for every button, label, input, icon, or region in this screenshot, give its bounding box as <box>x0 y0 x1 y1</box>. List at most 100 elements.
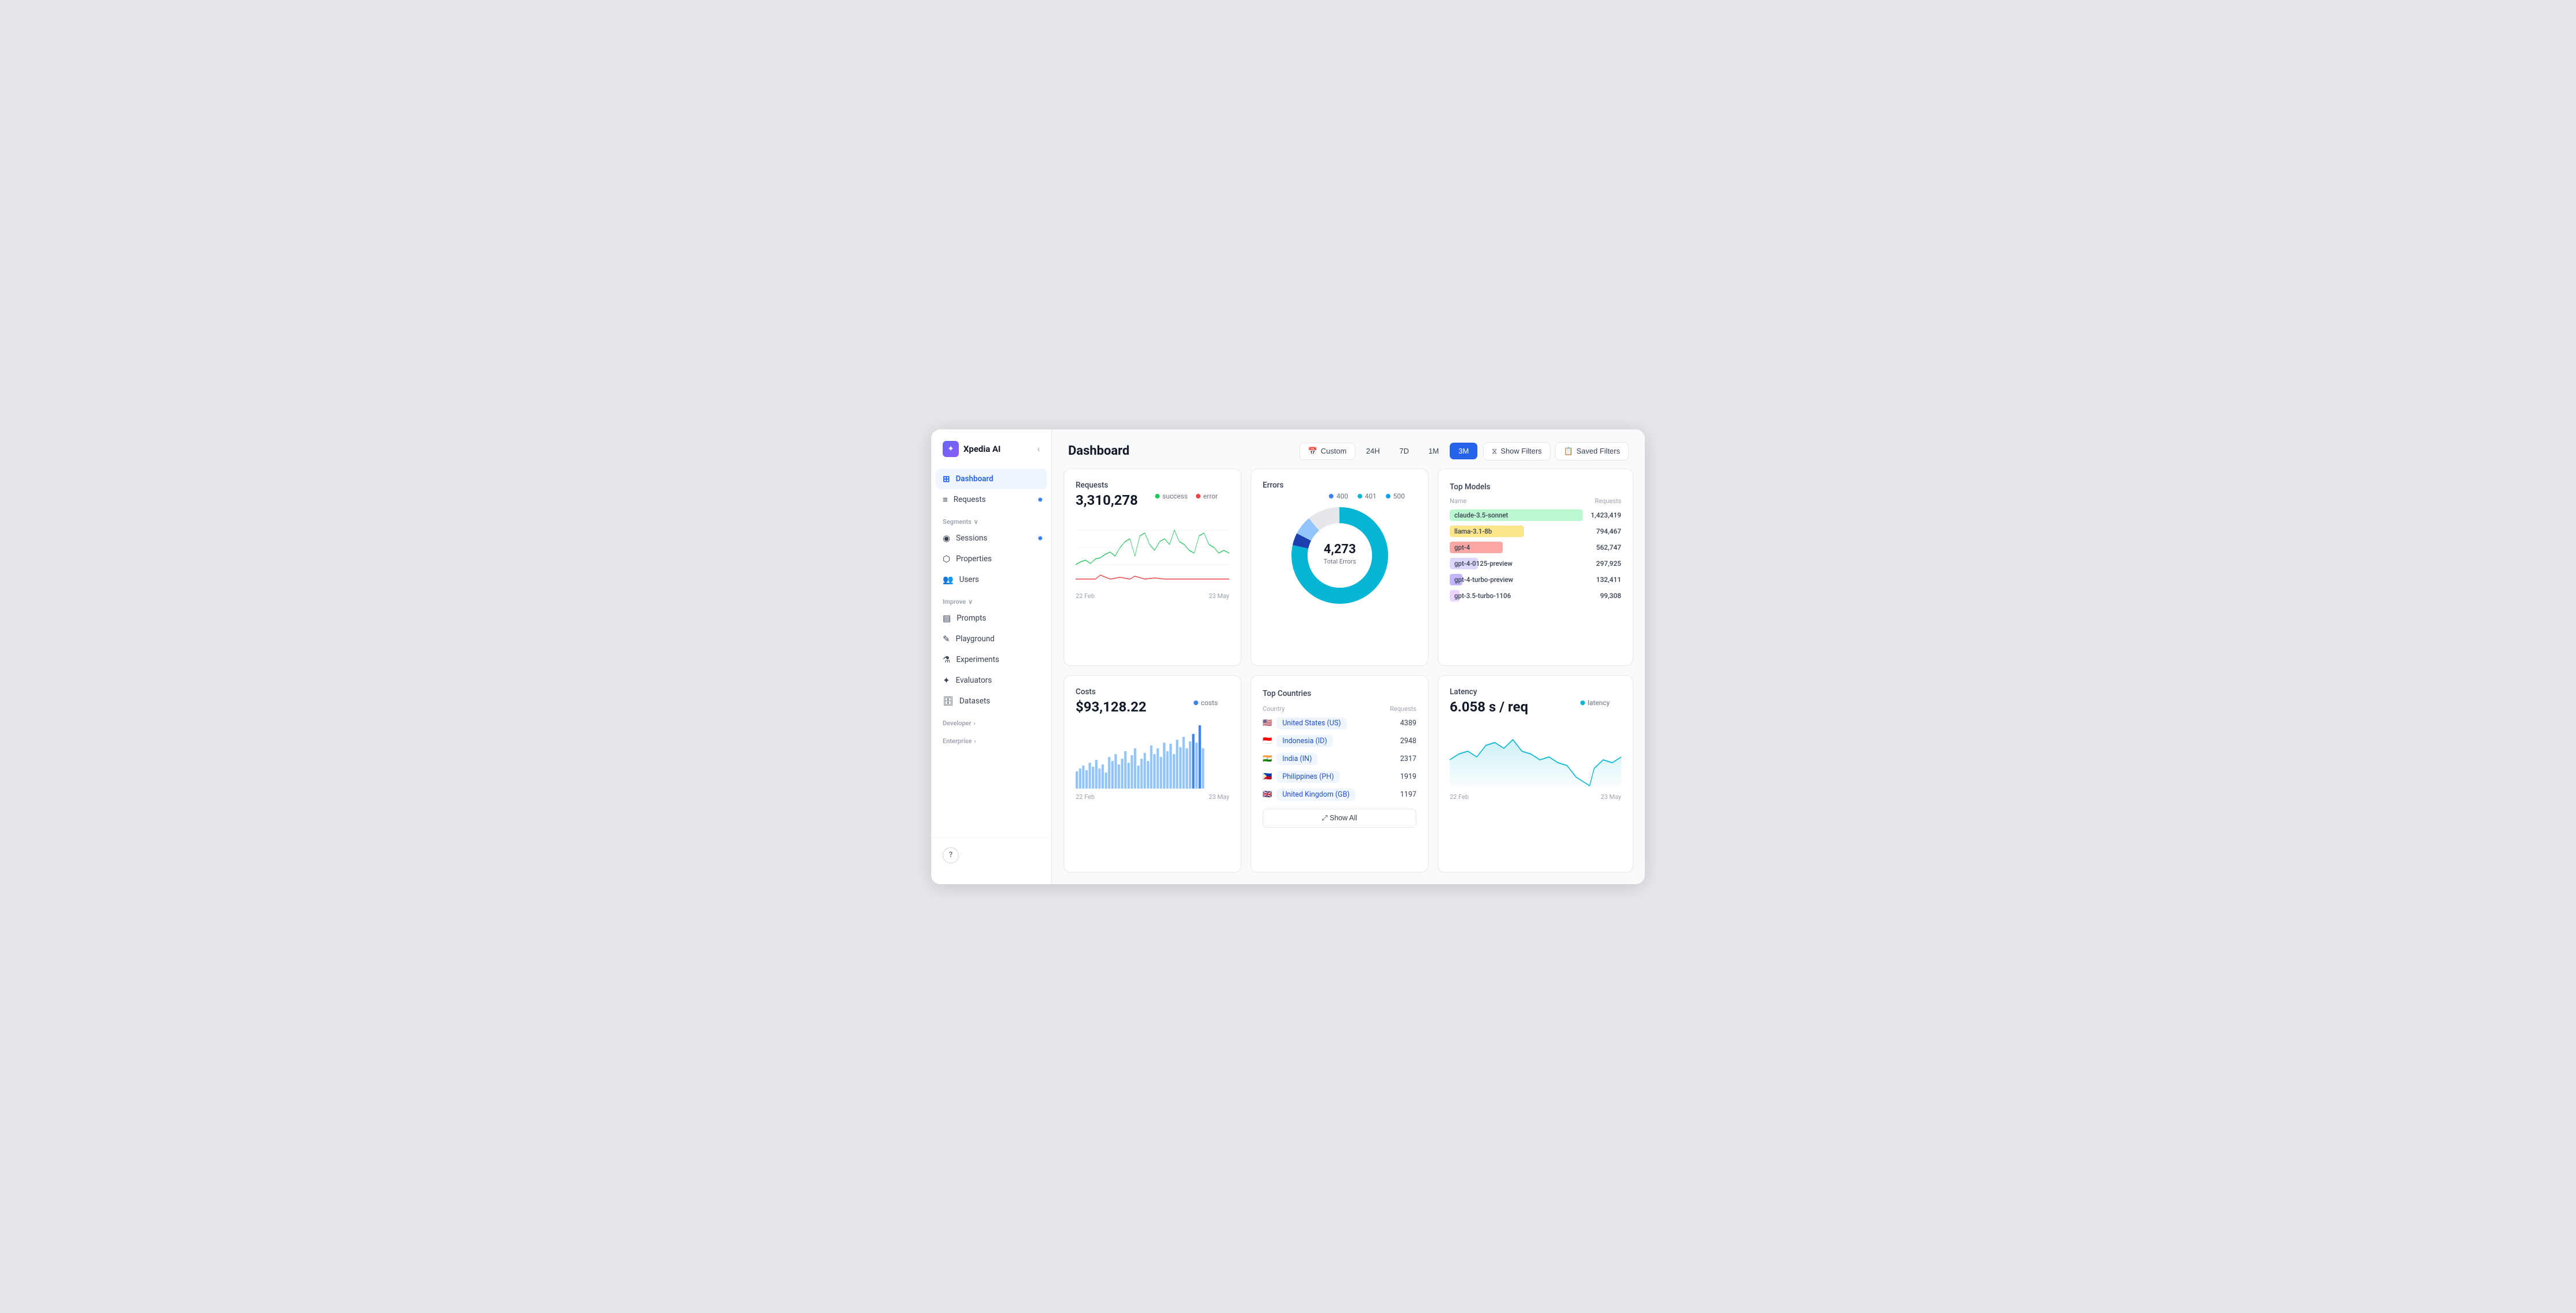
country-name-4: United Kingdom (GB) <box>1276 789 1355 801</box>
requests-card: Requests success error 3,310,278 <box>1064 469 1241 666</box>
country-name-3: Philippines (PH) <box>1276 771 1339 783</box>
requests-chart: 22 Feb 23 May <box>1076 513 1229 600</box>
sidebar-item-evaluators[interactable]: ✦ Evaluators <box>931 670 1051 691</box>
users-icon: 👥 <box>943 574 954 585</box>
sidebar-item-label: Requests <box>954 495 986 504</box>
error-dot <box>1196 494 1201 498</box>
costs-dates: 22 Feb 23 May <box>1076 793 1229 801</box>
show-filters-button[interactable]: ⧖ Show Filters <box>1483 442 1550 460</box>
models-title: Top Models <box>1450 482 1491 492</box>
calendar-icon: 📅 <box>1308 447 1317 456</box>
sidebar-item-experiments[interactable]: ⚗ Experiments <box>931 649 1051 670</box>
filter-3m[interactable]: 3M <box>1450 443 1477 459</box>
sidebar-logo: ✦ Xpedia AI ‹ <box>931 441 1051 469</box>
country-name-1: Indonesia (ID) <box>1276 735 1333 747</box>
sidebar-item-label: Experiments <box>956 655 999 664</box>
filter-1m[interactable]: 1M <box>1420 443 1447 459</box>
latency-legend-item: latency <box>1580 699 1610 707</box>
sidebar-item-dashboard[interactable]: ⊞ Dashboard <box>936 469 1047 489</box>
model-row: gpt-4 562,747 <box>1450 542 1621 553</box>
flag-in: 🇮🇳 <box>1263 755 1272 763</box>
legend-400: 400 <box>1329 492 1348 500</box>
dot-500 <box>1386 494 1390 498</box>
costs-title: Costs <box>1076 687 1096 697</box>
countries-header: Country Requests <box>1263 705 1416 713</box>
model-bar-3: gpt-4-0125-preview <box>1450 558 1478 569</box>
section-enterprise[interactable]: Enterprise › <box>931 729 1051 747</box>
countries-title: Top Countries <box>1263 689 1311 698</box>
filter-24h[interactable]: 24H <box>1358 443 1389 459</box>
experiments-icon: ⚗ <box>943 654 950 665</box>
dot-401 <box>1358 494 1362 498</box>
main-header: Dashboard 📅 Custom 24H 7D 1M 3M ⧖ Show F… <box>1052 429 1645 469</box>
errors-title: Errors <box>1263 481 1283 490</box>
evaluators-icon: ✦ <box>943 675 950 686</box>
error-legend: error <box>1196 492 1218 500</box>
header-controls: 📅 Custom 24H 7D 1M 3M ⧖ Show Filters 📋 <box>1300 442 1629 460</box>
country-row-2: 🇮🇳 India (IN) 2317 <box>1263 753 1416 765</box>
requests-legend: success error <box>1155 492 1218 500</box>
svg-text:4,273: 4,273 <box>1324 542 1356 557</box>
model-row: gpt-4-turbo-preview 132,411 <box>1450 574 1621 585</box>
dashboard-icon: ⊞ <box>943 474 950 484</box>
legend-500: 500 <box>1386 492 1405 500</box>
sidebar-item-label: Users <box>959 575 979 584</box>
sidebar-item-label: Evaluators <box>956 676 992 685</box>
model-row: gpt-4-0125-preview 297,925 <box>1450 558 1621 569</box>
show-all-button[interactable]: ⤢ Show All <box>1263 809 1416 828</box>
costs-dot <box>1194 701 1198 705</box>
requests-dates: 22 Feb 23 May <box>1076 592 1229 600</box>
section-developer[interactable]: Developer › <box>931 711 1051 729</box>
country-name-0: United States (US) <box>1276 717 1347 729</box>
sidebar-item-properties[interactable]: ⬡ Properties <box>931 549 1051 569</box>
section-segments: Segments ∨ <box>931 510 1051 528</box>
donut-chart: 4,273 Total Errors <box>1263 492 1416 613</box>
model-row: claude-3.5-sonnet 1,423,419 <box>1450 509 1621 521</box>
sidebar-item-prompts[interactable]: ▤ Prompts <box>931 608 1051 629</box>
page-title: Dashboard <box>1068 444 1130 458</box>
country-row-4: 🇬🇧 United Kingdom (GB) 1197 <box>1263 789 1416 801</box>
sidebar-item-datasets[interactable]: 🗄 Datasets <box>931 691 1051 711</box>
model-bar-0: claude-3.5-sonnet <box>1450 509 1583 521</box>
top-models-card: Top Models Name Requests claude-3.5-sonn… <box>1438 469 1633 666</box>
sidebar-item-playground[interactable]: ✎ Playground <box>931 629 1051 649</box>
filter-custom[interactable]: 📅 Custom <box>1300 443 1355 460</box>
sidebar-item-label: Dashboard <box>956 474 993 484</box>
model-row: llama-3.1-8b 794,467 <box>1450 526 1621 537</box>
country-row-0: 🇺🇸 United States (US) 4389 <box>1263 717 1416 729</box>
datasets-icon: 🗄 <box>943 696 954 706</box>
latency-chart: 22 Feb 23 May <box>1450 720 1621 801</box>
errors-legend: 400 401 500 <box>1329 492 1405 500</box>
costs-legend: costs <box>1194 699 1218 707</box>
logo-icon: ✦ <box>943 441 959 457</box>
sidebar-item-label: Sessions <box>956 534 988 543</box>
help-button[interactable]: ? <box>943 847 959 863</box>
filter-7d[interactable]: 7D <box>1391 443 1418 459</box>
time-filter-group: 📅 Custom 24H 7D 1M 3M <box>1300 443 1478 460</box>
sidebar-item-requests[interactable]: ≡ Requests <box>931 489 1051 510</box>
sidebar-item-users[interactable]: 👥 Users <box>931 569 1051 590</box>
costs-legend-item: costs <box>1194 699 1218 707</box>
requests-title: Requests <box>1076 481 1108 490</box>
costs-card: Costs costs $93,128.22 <box>1064 675 1241 873</box>
sidebar: ✦ Xpedia AI ‹ ⊞ Dashboard ≡ Requests Seg… <box>931 429 1052 884</box>
sidebar-item-label: Datasets <box>959 697 990 706</box>
dashboard-grid: Requests success error 3,310,278 <box>1052 469 1645 884</box>
model-bar-1: llama-3.1-8b <box>1450 526 1524 537</box>
flag-id: 🇮🇩 <box>1263 737 1272 745</box>
section-improve: Improve ∨ <box>931 590 1051 608</box>
sidebar-item-label: Playground <box>956 634 995 644</box>
requests-dot <box>1038 497 1042 501</box>
collapse-button[interactable]: ‹ <box>1037 443 1040 454</box>
header-actions: ⧖ Show Filters 📋 Saved Filters <box>1483 442 1629 460</box>
errors-card: Errors 400 401 500 <box>1251 469 1428 666</box>
costs-chart: 22 Feb 23 May <box>1076 720 1229 801</box>
sessions-icon: ◉ <box>943 533 950 543</box>
success-dot <box>1155 494 1160 498</box>
models-list: Name Requests claude-3.5-sonnet 1,423,41… <box>1450 497 1621 602</box>
sidebar-item-sessions[interactable]: ◉ Sessions <box>931 528 1051 549</box>
model-row: gpt-3.5-turbo-1106 99,308 <box>1450 590 1621 602</box>
saved-icon: 📋 <box>1564 447 1573 456</box>
models-header: Name Requests <box>1450 497 1621 505</box>
saved-filters-button[interactable]: 📋 Saved Filters <box>1555 442 1629 460</box>
